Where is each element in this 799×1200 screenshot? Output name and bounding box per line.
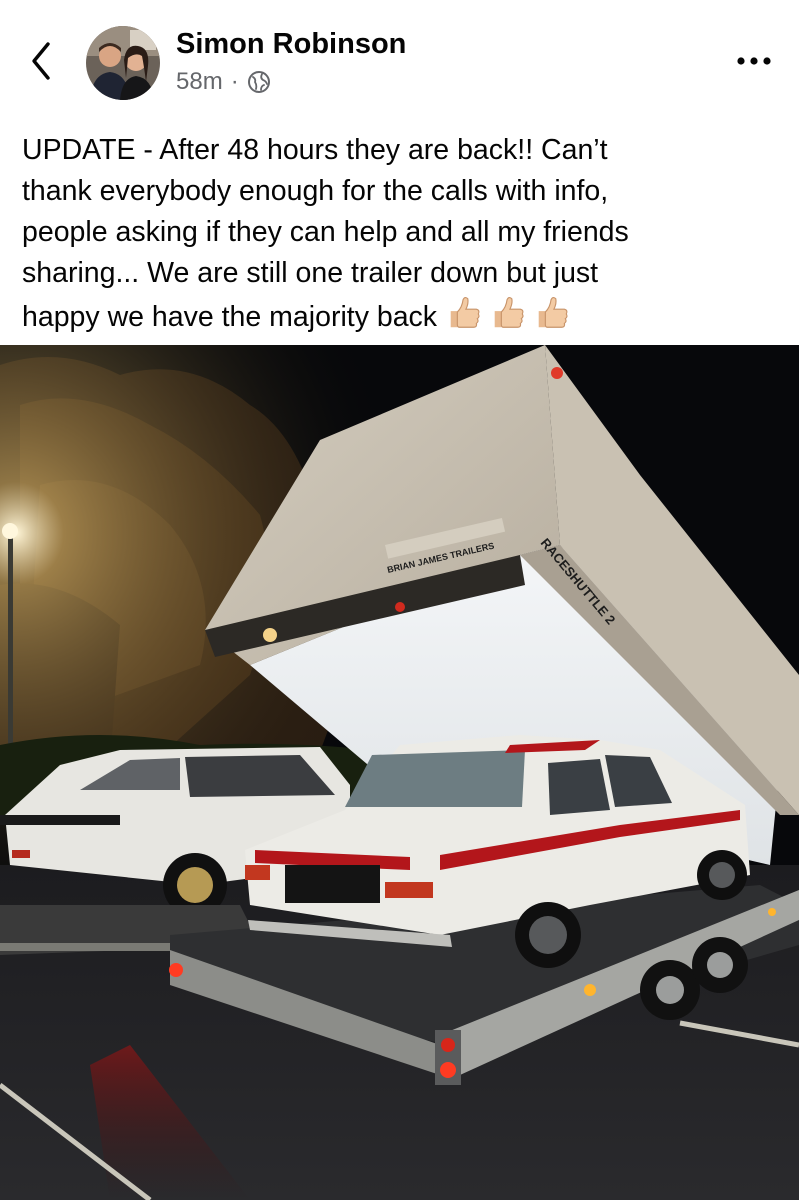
post-text-line: sharing... We are still one trailer down… — [22, 257, 599, 289]
thumbs-up-emoji-icon — [494, 296, 524, 328]
post-header: Simon Robinson 58m · — [0, 0, 799, 110]
author-name[interactable]: Simon Robinson — [176, 28, 406, 61]
post-text-line-last: happy we have the majority back — [22, 301, 438, 333]
more-horizontal-icon — [737, 57, 771, 65]
post-text-line: thank everybody enough for the calls wit… — [22, 175, 609, 207]
post-text-line: UPDATE - After 48 hours they are back!! … — [22, 134, 608, 166]
more-options-button[interactable] — [734, 46, 774, 76]
chevron-left-icon — [32, 42, 50, 80]
thumbs-up-emoji-icon — [450, 296, 480, 328]
emoji-group — [445, 294, 571, 332]
post-text-line: happy we have the majority back — [22, 294, 782, 338]
post-message: UPDATE - After 48 hours they are back!! … — [22, 130, 782, 338]
thumbs-up-emoji-icon — [538, 296, 568, 328]
post-meta: 58m · — [176, 68, 271, 96]
post-photo[interactable]: BRIAN JAMES TRAILERS RACESHUTTLE 2 — [0, 345, 799, 1200]
avatar[interactable] — [86, 26, 160, 100]
globe-icon[interactable] — [247, 70, 271, 94]
back-button[interactable] — [26, 38, 62, 84]
timestamp[interactable]: 58m — [176, 68, 223, 96]
meta-separator: · — [230, 68, 239, 95]
post-text-line: people asking if they can help and all m… — [22, 216, 629, 248]
